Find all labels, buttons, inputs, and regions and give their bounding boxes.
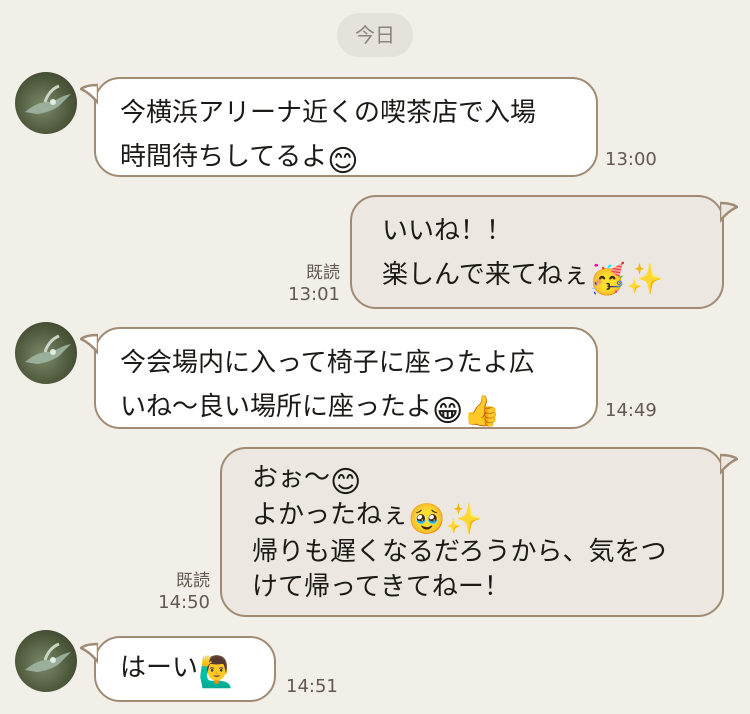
message-text-line: いね〜良い場所に座ったよ😁👍 bbox=[120, 392, 501, 429]
bubble-tail bbox=[720, 201, 738, 224]
message-text-line: よかったねぇ🥹✨ bbox=[252, 500, 483, 537]
read-receipt: 既読 bbox=[306, 263, 340, 283]
message-time: 13:01 bbox=[288, 284, 340, 305]
party-face-emoji: 🥳 bbox=[588, 262, 627, 297]
message-time: 14:51 bbox=[286, 676, 338, 697]
person-raising-hand-emoji: 🙋‍♂️ bbox=[198, 655, 236, 690]
hummingbird-icon bbox=[25, 334, 71, 364]
message-bubble-outgoing[interactable]: いいね！！ 楽しんで来てねぇ🥳✨ bbox=[350, 195, 738, 309]
sparkles-emoji: ✨ bbox=[626, 262, 664, 297]
smiling-face-emoji: 😊 bbox=[330, 465, 362, 500]
message-bubble-incoming[interactable]: 今横浜アリーナ近くの喫茶店で入場 時間待ちしてるよ😊 bbox=[80, 77, 598, 179]
message-time: 13:00 bbox=[605, 149, 657, 170]
message-text-line: 楽しんで来てねぇ🥳✨ bbox=[382, 260, 664, 297]
avatar[interactable] bbox=[15, 630, 77, 692]
avatar[interactable] bbox=[15, 72, 77, 134]
sparkles-emoji: ✨ bbox=[445, 502, 483, 537]
message-text-line: おぉ〜😊 bbox=[252, 463, 362, 500]
message-time: 14:50 bbox=[158, 592, 210, 613]
grinning-face-emoji: 😁 bbox=[432, 394, 464, 429]
message-text-line: いいね！！ bbox=[382, 216, 513, 246]
message-text-line: 今会場内に入って椅子に座ったよ広 bbox=[120, 348, 535, 378]
message-meta: 14:51 bbox=[286, 676, 356, 698]
bubble-tail bbox=[80, 333, 98, 356]
message-text-line: はーい🙋‍♂️ bbox=[120, 653, 236, 690]
thumbs-up-emoji: 👍 bbox=[463, 394, 501, 429]
hummingbird-icon bbox=[25, 84, 71, 114]
smiling-face-emoji: 😊 bbox=[327, 144, 359, 179]
bubble-tail bbox=[80, 83, 98, 106]
message-meta: 13:00 bbox=[605, 149, 665, 171]
message-time: 14:49 bbox=[605, 400, 657, 421]
holding-back-tears-emoji: 🥹 bbox=[408, 502, 446, 537]
message-bubble-incoming[interactable]: はーい🙋‍♂️ bbox=[80, 636, 276, 702]
message-meta: 14:49 bbox=[605, 400, 675, 422]
hummingbird-icon bbox=[25, 642, 71, 672]
message-meta: 既読 13:01 bbox=[270, 262, 340, 306]
bubble-tail bbox=[720, 453, 738, 476]
avatar[interactable] bbox=[15, 322, 77, 384]
bubble-tail bbox=[80, 642, 98, 665]
message-text-line: 帰りも遅くなるだろうから、気をつ bbox=[252, 537, 667, 567]
message-meta: 既読 14:50 bbox=[140, 570, 210, 614]
message-bubble-incoming[interactable]: 今会場内に入って椅子に座ったよ広 いね〜良い場所に座ったよ😁👍 bbox=[80, 327, 598, 429]
date-divider: 今日 bbox=[337, 13, 413, 57]
message-text-line: けて帰ってきてねー！ bbox=[252, 572, 510, 602]
read-receipt: 既読 bbox=[176, 571, 210, 591]
message-text-line: 時間待ちしてるよ😊 bbox=[120, 142, 359, 179]
message-text-line: 今横浜アリーナ近くの喫茶店で入場 bbox=[120, 98, 537, 128]
message-bubble-outgoing[interactable]: おぉ〜😊 よかったねぇ🥹✨ 帰りも遅くなるだろうから、気をつ けて帰ってきてねー… bbox=[220, 447, 738, 617]
